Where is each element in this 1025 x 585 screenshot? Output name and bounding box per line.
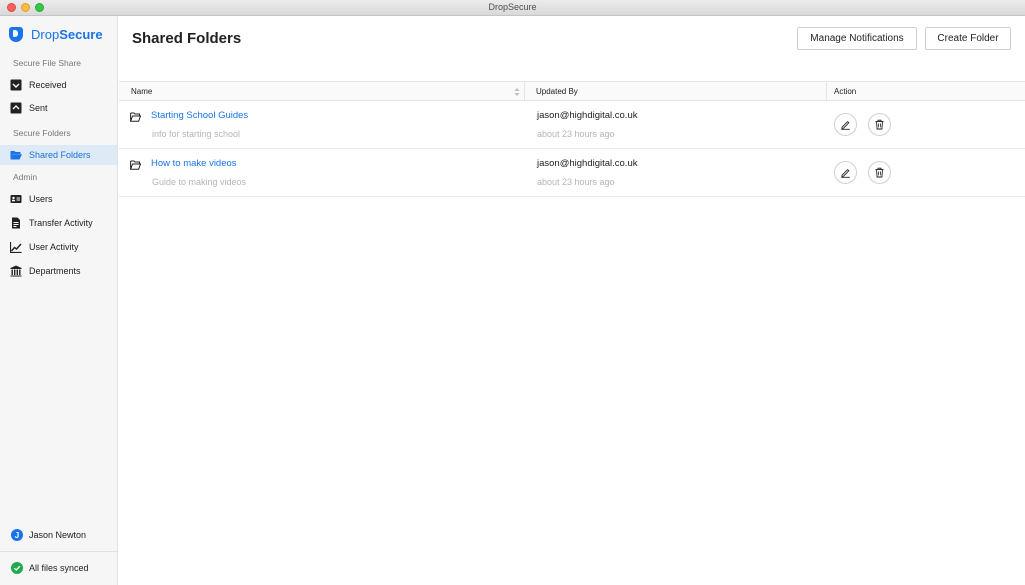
sidebar-item-departments[interactable]: Departments bbox=[0, 261, 117, 281]
table-row[interactable]: Starting School Guides info for starting… bbox=[119, 101, 1025, 149]
sidebar-item-label: Sent bbox=[29, 103, 48, 113]
window-title: DropSecure bbox=[488, 2, 537, 12]
updated-by-email: jason@highdigital.co.uk bbox=[537, 158, 638, 169]
folder-open-icon bbox=[10, 149, 22, 161]
sidebar-item-sent[interactable]: Sent bbox=[0, 98, 117, 118]
sidebar-divider bbox=[0, 551, 117, 552]
updated-by-email: jason@highdigital.co.uk bbox=[537, 110, 638, 121]
updated-at-time: about 23 hours ago bbox=[537, 129, 615, 139]
column-divider[interactable] bbox=[524, 82, 525, 101]
pencil-icon bbox=[841, 120, 850, 130]
updated-at-time: about 23 hours ago bbox=[537, 177, 615, 187]
folder-name-link[interactable]: How to make videos bbox=[151, 158, 237, 169]
shield-logo-icon bbox=[9, 26, 23, 42]
column-header-action: Action bbox=[834, 87, 857, 96]
manage-notifications-button[interactable]: Manage Notifications bbox=[797, 27, 917, 50]
user-name: Jason Newton bbox=[29, 530, 87, 540]
main-content: Shared Folders Manage Notifications Crea… bbox=[119, 16, 1025, 585]
line-chart-icon bbox=[10, 241, 22, 253]
document-icon bbox=[10, 217, 22, 229]
trash-icon bbox=[875, 167, 884, 178]
app-window: DropSecure DropSecure Secure File Share … bbox=[0, 0, 1025, 585]
section-label-admin: Admin bbox=[13, 172, 38, 182]
sidebar-item-received[interactable]: Received bbox=[0, 75, 117, 95]
column-divider[interactable] bbox=[826, 82, 827, 101]
page-title: Shared Folders bbox=[132, 30, 242, 47]
folder-icon bbox=[130, 112, 141, 122]
sync-status-text: All files synced bbox=[29, 563, 89, 573]
sidebar-item-label: Transfer Activity bbox=[29, 218, 93, 228]
section-label-secure-file-share: Secure File Share bbox=[13, 58, 82, 68]
folder-name-link[interactable]: Starting School Guides bbox=[151, 110, 248, 121]
sidebar: DropSecure Secure File Share Received Se… bbox=[0, 16, 118, 585]
trash-icon bbox=[875, 119, 884, 130]
sidebar-item-user-activity[interactable]: User Activity bbox=[0, 237, 117, 257]
column-header-updated-by: Updated By bbox=[536, 87, 578, 96]
sidebar-item-label: User Activity bbox=[29, 242, 79, 252]
folder-description: Guide to making videos bbox=[152, 177, 247, 187]
sidebar-item-label: Users bbox=[29, 194, 53, 204]
section-label-secure-folders: Secure Folders bbox=[13, 128, 71, 138]
delete-folder-button[interactable] bbox=[868, 113, 891, 136]
title-bar[interactable]: DropSecure bbox=[0, 0, 1025, 16]
sort-icon[interactable] bbox=[513, 86, 521, 98]
inbox-down-icon bbox=[10, 79, 22, 91]
table-row[interactable]: How to make videos Guide to making video… bbox=[119, 149, 1025, 197]
folder-icon bbox=[130, 160, 141, 170]
table-header: Name Updated By Action bbox=[119, 81, 1025, 101]
sidebar-item-label: Shared Folders bbox=[29, 150, 91, 160]
sidebar-item-users[interactable]: Users bbox=[0, 189, 117, 209]
folders-table: Name Updated By Action Starting School G… bbox=[119, 81, 1025, 197]
column-header-name[interactable]: Name bbox=[131, 82, 524, 101]
sync-status: All files synced bbox=[11, 562, 89, 574]
delete-folder-button[interactable] bbox=[868, 161, 891, 184]
sidebar-item-transfer-activity[interactable]: Transfer Activity bbox=[0, 213, 117, 233]
create-folder-button[interactable]: Create Folder bbox=[925, 27, 1011, 50]
brand-name: DropSecure bbox=[31, 26, 103, 42]
building-icon bbox=[10, 265, 22, 277]
check-circle-icon bbox=[11, 562, 23, 574]
outbox-up-icon bbox=[10, 102, 22, 114]
id-card-icon bbox=[10, 193, 22, 205]
pencil-icon bbox=[841, 168, 850, 178]
edit-folder-button[interactable] bbox=[834, 113, 857, 136]
brand-logo[interactable]: DropSecure bbox=[9, 26, 103, 42]
sidebar-item-label: Departments bbox=[29, 266, 81, 276]
current-user[interactable]: J Jason Newton bbox=[11, 529, 86, 541]
edit-folder-button[interactable] bbox=[834, 161, 857, 184]
folder-description: info for starting school bbox=[152, 129, 241, 139]
sidebar-item-label: Received bbox=[29, 80, 67, 90]
avatar: J bbox=[11, 529, 23, 541]
sidebar-item-shared-folders[interactable]: Shared Folders bbox=[0, 145, 117, 165]
